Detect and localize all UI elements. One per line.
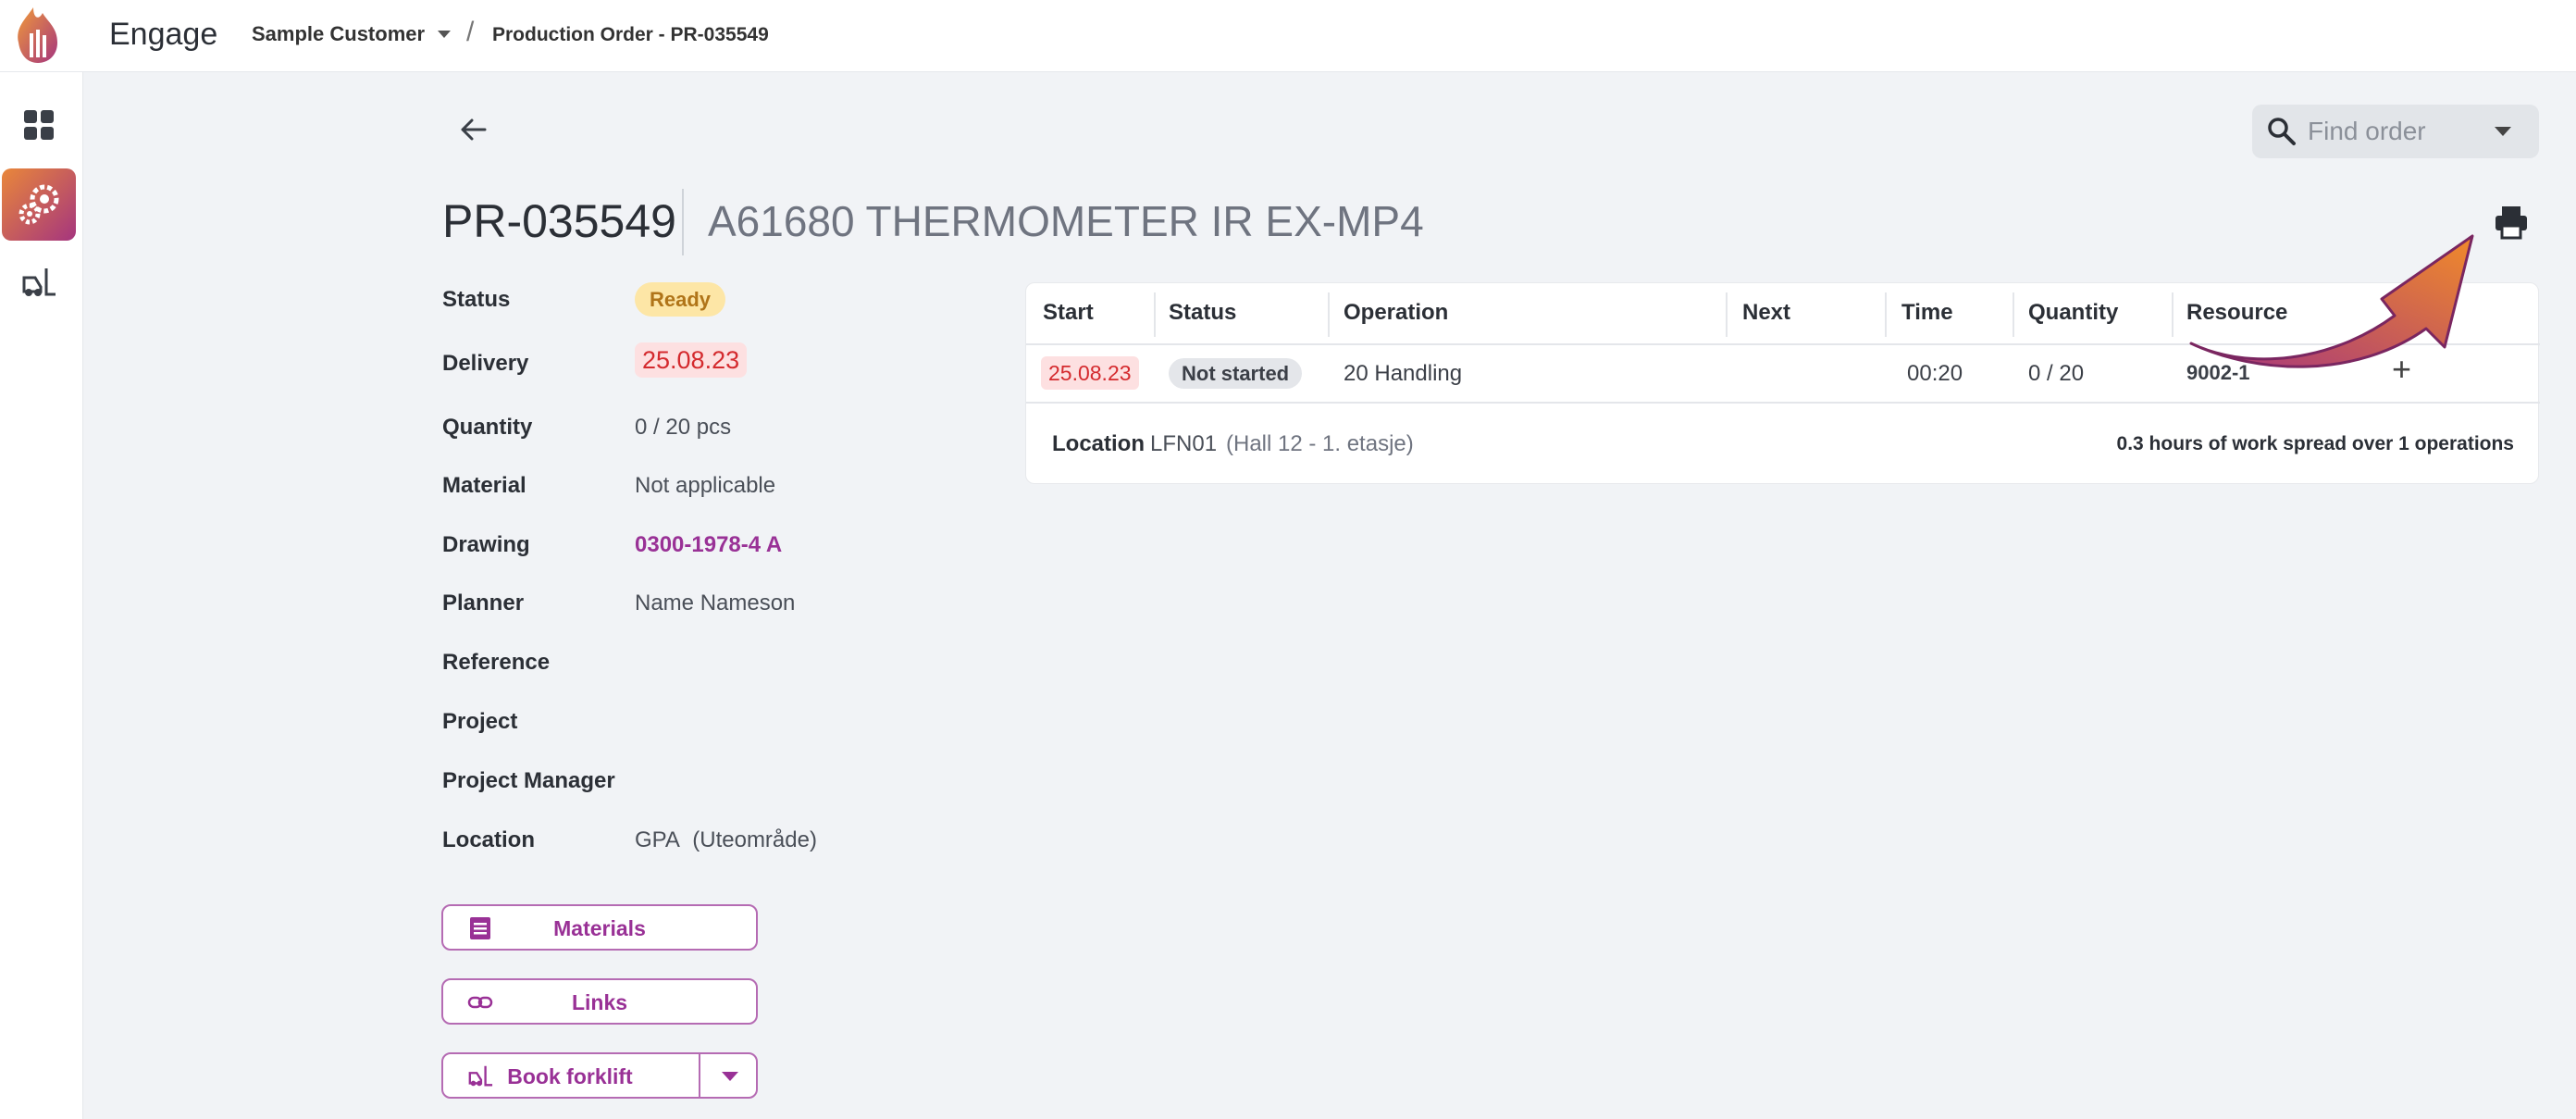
header-status[interactable]: Status (1169, 300, 1236, 326)
header-next[interactable]: Next (1742, 300, 1790, 326)
quantity-value: 0 / 20 pcs (635, 415, 732, 440)
location-area: (Uteområde) (692, 827, 817, 852)
search-icon (2268, 118, 2296, 145)
header-start[interactable]: Start (1043, 300, 1094, 326)
order-number: PR-035549 (442, 195, 676, 247)
engage-logo[interactable] (6, 2, 72, 67)
app-title: Engage (109, 17, 218, 52)
drawing-label: Drawing (442, 532, 530, 557)
row-status-badge: Not started (1169, 358, 1303, 389)
drawing-link[interactable]: 0300-1978-4 A (635, 532, 782, 558)
row-quantity: 0 / 20 (2028, 361, 2085, 386)
breadcrumb: Production Order - PR-035549 (492, 24, 769, 45)
dashboard-icon (24, 110, 54, 140)
column-divider (1328, 292, 1330, 337)
operations-location-hall: (Hall 12 - 1. etasje) (1226, 431, 1414, 456)
row-operation: 20 Handling (1344, 361, 1463, 386)
chevron-down-icon[interactable] (2495, 127, 2511, 136)
material-label: Material (442, 473, 526, 498)
breadcrumb-separator: / (466, 17, 475, 47)
search-input[interactable]: Find order (2308, 117, 2426, 146)
header-operation[interactable]: Operation (1344, 300, 1448, 326)
column-divider (1885, 292, 1887, 337)
location-code: GPA (635, 827, 680, 852)
row-time: 00:20 (1907, 361, 1963, 386)
materials-button[interactable]: Materials (441, 904, 758, 951)
top-bar: Engage Sample Customer / Production Orde… (0, 0, 2576, 72)
column-divider (2012, 292, 2014, 337)
order-description: A61680 THERMOMETER IR EX-MP4 (708, 197, 1424, 245)
reference-label: Reference (442, 650, 551, 675)
back-arrow-icon[interactable] (453, 109, 494, 150)
find-order-search[interactable]: Find order (2252, 105, 2539, 158)
status-badge: Ready (635, 282, 726, 317)
location-label: Location (442, 827, 535, 852)
column-divider (1154, 292, 1156, 337)
work-summary: 0.3 hours of work spread over 1 operatio… (2116, 433, 2514, 454)
customer-selector[interactable]: Sample Customer (252, 22, 452, 46)
location-value: GPA (Uteområde) (635, 827, 817, 853)
book-forklift-button[interactable]: Book forklift (441, 1052, 758, 1099)
customer-name: Sample Customer (252, 22, 426, 45)
sidebar-item-forklift[interactable] (2, 246, 76, 318)
chevron-down-icon[interactable] (722, 1072, 738, 1081)
sidebar-item-dashboard[interactable] (2, 89, 76, 161)
delivery-date: 25.08.23 (635, 342, 748, 378)
annotation-arrow (2189, 234, 2474, 368)
material-value: Not applicable (635, 473, 776, 498)
delivery-label: Delivery (442, 351, 529, 376)
planner-value: Name Nameson (635, 591, 796, 615)
operations-location-code: LFN01 (1150, 431, 1218, 456)
forklift-icon (22, 268, 56, 296)
quantity-label: Quantity (442, 415, 533, 440)
header-time[interactable]: Time (1901, 300, 1953, 326)
column-divider (2172, 292, 2174, 337)
chevron-down-icon (438, 31, 452, 38)
materials-label: Materials (553, 916, 646, 940)
split-divider (699, 1054, 700, 1097)
project-manager-label: Project Manager (442, 768, 615, 793)
sidebar-item-production[interactable] (2, 168, 76, 241)
row-divider (1026, 402, 2540, 404)
column-divider (1726, 292, 1728, 337)
links-button[interactable]: Links (441, 978, 758, 1025)
book-forklift-label: Book forklift (507, 1064, 633, 1088)
production-gear-icon (19, 184, 59, 225)
project-label: Project (442, 709, 518, 734)
row-start-date: 25.08.23 (1041, 356, 1139, 390)
title-divider (682, 189, 684, 255)
links-label: Links (571, 990, 628, 1014)
planner-label: Planner (442, 591, 525, 615)
header-quantity[interactable]: Quantity (2028, 300, 2118, 326)
status-label: Status (442, 287, 511, 312)
operations-location-label: Location (1052, 431, 1145, 456)
